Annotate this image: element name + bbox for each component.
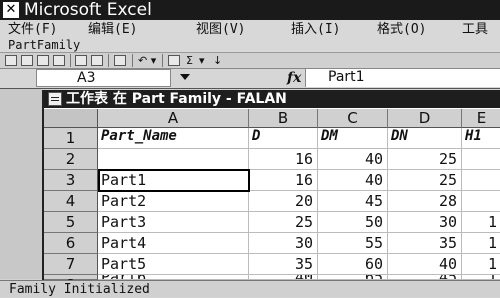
cell-c6[interactable]: 55 [318,233,388,254]
row-header-3[interactable]: 3 [44,170,98,191]
cell-b4[interactable]: 20 [249,191,318,212]
formula-input[interactable]: Part1 [305,69,500,87]
hyperlink-icon[interactable] [168,55,180,66]
undo-icon[interactable]: ↶ ▾ [138,53,156,68]
row-header-4[interactable]: 4 [44,191,98,212]
cell-c5[interactable]: 50 [318,212,388,233]
column-header-e[interactable]: E [462,109,500,128]
cell-b6[interactable]: 30 [249,233,318,254]
cell-d6[interactable]: 35 [388,233,462,254]
cell-d7[interactable]: 40 [388,254,462,275]
toolbar-separator [70,54,71,67]
cell-b7[interactable]: 35 [249,254,318,275]
row-header-6[interactable]: 6 [44,233,98,254]
new-icon[interactable] [5,55,17,66]
spelling-icon[interactable] [91,55,103,66]
worksheet-window: 工作表 在 Part Family - FALAN A B C D E 1 2 … [42,90,500,294]
cell-c1[interactable]: DM [318,128,388,149]
toolbar-separator [162,54,163,67]
toolbar-separator [108,54,109,67]
cell-a5[interactable]: Part3 [98,212,249,233]
cell-e5[interactable]: 1 [462,212,500,233]
select-all-corner[interactable] [44,109,98,128]
worksheet-icon[interactable] [48,92,62,106]
cell-b2[interactable]: 16 [249,149,318,170]
row-header-2[interactable]: 2 [44,149,98,170]
cell-d4[interactable]: 28 [388,191,462,212]
menu-insert[interactable]: 插入(I) [291,20,340,39]
column-header-c[interactable]: C [318,109,388,128]
autosum-icon[interactable]: Σ [186,53,193,68]
formula-bar: A3 fx Part1 [0,69,500,89]
cell-e6[interactable]: 1 [462,233,500,254]
autosum-dropdown-icon[interactable]: ▾ [199,53,205,68]
open-icon[interactable] [21,55,33,66]
cell-b1[interactable]: D [249,128,318,149]
cell-a6[interactable]: Part4 [98,233,249,254]
preview-icon[interactable] [75,55,87,66]
active-cell-border [98,169,250,192]
menu-format[interactable]: 格式(O) [377,20,426,39]
row-header-5[interactable]: 5 [44,212,98,233]
part-family-label: PartFamily [8,38,81,52]
insert-function-icon[interactable]: fx [287,70,301,86]
part-family-bar: PartFamily [0,38,500,53]
cell-a4[interactable]: Part2 [98,191,249,212]
menu-tools[interactable]: 工具 [462,20,488,39]
menu-file[interactable]: 文件(F) [8,20,57,39]
column-header-a[interactable]: A [98,109,249,128]
cell-e1[interactable]: H1 [462,128,500,149]
title-bar: ✕ Microsoft Excel [0,0,500,20]
cell-c7[interactable]: 60 [318,254,388,275]
menu-bar: 文件(F) 编辑(E) 视图(V) 插入(I) 格式(O) 工具 [0,20,500,39]
cell-e3[interactable] [462,170,500,191]
cell-e2[interactable] [462,149,500,170]
excel-icon[interactable]: ✕ [3,2,19,18]
sort-ascending-icon[interactable]: ↓ [213,53,222,68]
status-bar: Family Initialized [0,280,500,297]
standard-toolbar: ↶ ▾ Σ ▾ ↓ [0,53,500,69]
toolbar-separator [132,54,133,67]
app-workspace [0,89,42,279]
cell-b5[interactable]: 25 [249,212,318,233]
row-header-1[interactable]: 1 [44,128,98,149]
copy-icon[interactable] [114,55,126,66]
cell-c4[interactable]: 45 [318,191,388,212]
cell-d3[interactable]: 25 [388,170,462,191]
status-text: Family Initialized [9,282,150,297]
menu-view[interactable]: 视图(V) [196,20,245,39]
row-header-7[interactable]: 7 [44,254,98,275]
cell-c2[interactable]: 40 [318,149,388,170]
app-title: Microsoft Excel [24,0,152,20]
worksheet-title-bar: 工作表 在 Part Family - FALAN [44,90,500,108]
cell-d1[interactable]: DN [388,128,462,149]
cell-d5[interactable]: 30 [388,212,462,233]
worksheet-title: 工作表 在 Part Family - FALAN [66,91,287,107]
name-box[interactable]: A3 [36,69,171,87]
name-box-dropdown-icon[interactable] [180,74,190,80]
cell-e4[interactable] [462,191,500,212]
column-header-d[interactable]: D [388,109,462,128]
save-icon[interactable] [37,55,49,66]
cell-e7[interactable]: 1 [462,254,500,275]
cell-d2[interactable]: 25 [388,149,462,170]
cell-a2[interactable] [98,149,249,170]
cell-c3[interactable]: 40 [318,170,388,191]
cell-a1[interactable]: Part_Name [98,128,249,149]
cell-b3[interactable]: 16 [249,170,318,191]
print-icon[interactable] [53,55,65,66]
menu-edit[interactable]: 编辑(E) [88,20,137,39]
column-header-b[interactable]: B [249,109,318,128]
cell-a7[interactable]: Part5 [98,254,249,275]
